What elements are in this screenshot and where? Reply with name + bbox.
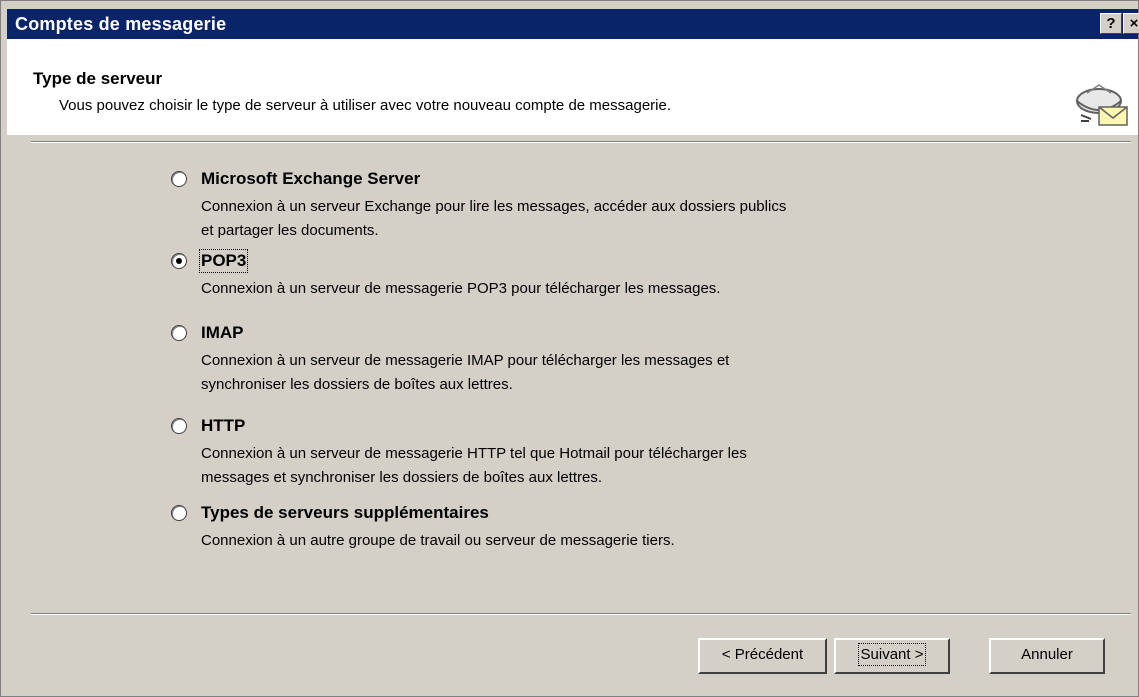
option-label[interactable]: IMAP <box>201 323 244 343</box>
radio-additional-types[interactable] <box>171 505 187 521</box>
description-line: Connexion à un serveur Exchange pour lir… <box>201 198 787 215</box>
option-label[interactable]: Types de serveurs supplémentaires <box>201 503 489 523</box>
close-button[interactable]: × <box>1123 13 1139 34</box>
cancel-button[interactable]: Annuler <box>989 638 1105 674</box>
option-label[interactable]: HTTP <box>201 416 245 436</box>
dialog-window: Comptes de messagerie ? × Type de serveu… <box>0 0 1139 697</box>
option-description: Connexion à un serveur Exchange pour lir… <box>201 195 981 243</box>
radio-exchange[interactable] <box>171 171 187 187</box>
description-line: Connexion à un serveur de messagerie HTT… <box>201 445 747 462</box>
help-button[interactable]: ? <box>1100 13 1122 34</box>
option-description: Connexion à un serveur de messagerie HTT… <box>201 442 981 490</box>
footer-separator <box>31 613 1131 615</box>
radio-selected-dot <box>176 258 182 264</box>
mail-account-icon <box>1076 84 1128 126</box>
radio-pop3[interactable] <box>171 253 187 269</box>
description-line: Connexion à un autre groupe de travail o… <box>201 532 675 549</box>
header-separator <box>31 141 1131 143</box>
next-button-label: Suivant > <box>857 643 927 666</box>
next-button[interactable]: Suivant > <box>834 638 950 674</box>
option-label[interactable]: POP3 <box>198 249 249 273</box>
description-line: messages et synchroniser les dossiers de… <box>201 469 603 486</box>
window-title: Comptes de messagerie <box>15 14 227 34</box>
page-title: Type de serveur <box>33 69 163 88</box>
radio-imap[interactable] <box>171 325 187 341</box>
title-bar: Comptes de messagerie ? × <box>7 9 1139 39</box>
radio-http[interactable] <box>171 418 187 434</box>
option-description: Connexion à un autre groupe de travail o… <box>201 529 981 553</box>
description-line: synchroniser les dossiers de boîtes aux … <box>201 376 513 393</box>
option-description: Connexion à un serveur de messagerie IMA… <box>201 349 981 397</box>
description-line: Connexion à un serveur de messagerie IMA… <box>201 352 730 369</box>
wizard-header: Type de serveur Vous pouvez choisir le t… <box>7 39 1138 135</box>
description-line: et partager les documents. <box>201 222 379 239</box>
option-description: Connexion à un serveur de messagerie POP… <box>201 277 981 301</box>
description-line: Connexion à un serveur de messagerie POP… <box>201 280 721 297</box>
previous-button[interactable]: < Précédent <box>698 638 827 674</box>
page-subtitle: Vous pouvez choisir le type de serveur à… <box>59 97 671 114</box>
option-label[interactable]: Microsoft Exchange Server <box>201 169 420 189</box>
